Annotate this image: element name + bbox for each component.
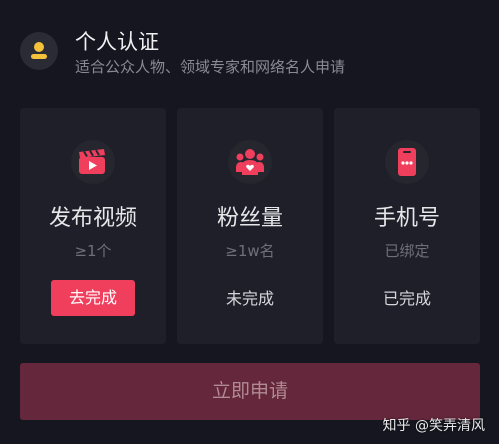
- verification-header: 个人认证 适合公众人物、领域专家和网络名人申请: [20, 30, 480, 84]
- phone-icon-circle: [385, 140, 429, 184]
- card-publish-video: 发布视频 ≥1个 去完成: [20, 108, 166, 344]
- card-title: 手机号: [373, 206, 440, 231]
- video-clapper-icon: [79, 149, 105, 174]
- card-title: 粉丝量: [216, 206, 283, 231]
- requirement-cards: 发布视频 ≥1个 去完成 粉丝量 ≥1w名 未完成 手机号 已绑定 已完成: [20, 108, 480, 344]
- avatar: [20, 32, 58, 70]
- user-icon: [31, 42, 47, 59]
- watermark: 知乎 @笑弄清风: [382, 418, 485, 434]
- card-status: 已完成: [382, 289, 431, 308]
- apply-now-button[interactable]: 立即申请: [20, 363, 480, 420]
- fans-icon: [236, 149, 264, 175]
- complete-button[interactable]: 去完成: [51, 280, 135, 316]
- card-requirement: ≥1个: [74, 242, 112, 260]
- card-requirement: 已绑定: [384, 242, 430, 260]
- page-title: 个人认证: [75, 30, 159, 54]
- video-icon-circle: [71, 140, 115, 184]
- card-title: 发布视频: [48, 206, 137, 231]
- card-phone: 手机号 已绑定 已完成: [334, 108, 480, 344]
- card-fans: 粉丝量 ≥1w名 未完成: [177, 108, 323, 344]
- phone-icon: [398, 148, 416, 176]
- page-subtitle: 适合公众人物、领域专家和网络名人申请: [75, 58, 346, 76]
- fans-icon-circle: [228, 140, 272, 184]
- card-requirement: ≥1w名: [225, 242, 275, 260]
- card-status: 未完成: [225, 289, 274, 308]
